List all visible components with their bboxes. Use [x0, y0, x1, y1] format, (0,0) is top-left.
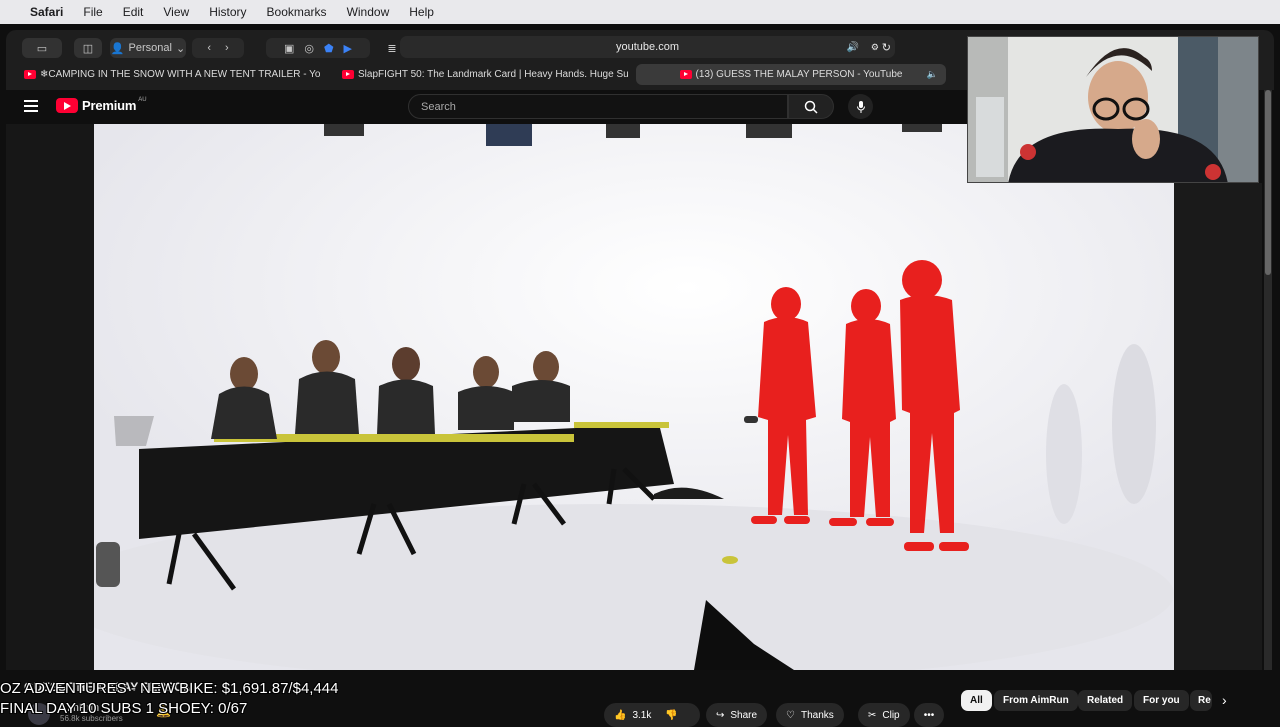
- menu-app-name[interactable]: Safari: [30, 5, 63, 19]
- chip-recent[interactable]: Re: [1190, 690, 1212, 711]
- nav-buttons: ‹ ›: [192, 38, 244, 58]
- left-blur-panel: [6, 124, 94, 670]
- address-bar[interactable]: youtube.com 🔊 ⚙ ↻: [400, 36, 895, 58]
- extension-play-icon[interactable]: ▶: [344, 42, 352, 55]
- clip-label: Clip: [882, 709, 900, 721]
- share-button[interactable]: ↪ Share: [706, 703, 768, 727]
- thumbs-down-icon[interactable]: 👎: [665, 710, 677, 721]
- search-input[interactable]: Search: [408, 94, 788, 119]
- thanks-label: Thanks: [800, 709, 834, 721]
- thumbs-up-icon: 👍: [614, 709, 627, 721]
- tab-guess-malay[interactable]: (13) GUESS THE MALAY PERSON - YouTube 🔈: [636, 64, 946, 85]
- chip-related[interactable]: Related: [1078, 690, 1133, 711]
- tab-overview-icon[interactable]: ▭: [22, 38, 62, 58]
- more-icon: •••: [923, 709, 935, 721]
- scrollbar-thumb[interactable]: [1265, 90, 1271, 275]
- tab-slapfight[interactable]: SlapFIGHT 50: The Landmark Card | Heavy …: [328, 64, 628, 85]
- clip-button[interactable]: ✂ Clip: [858, 703, 910, 727]
- hamburger-menu-icon[interactable]: [24, 100, 38, 112]
- menu-bookmarks[interactable]: Bookmarks: [267, 5, 327, 19]
- menu-history[interactable]: History: [209, 5, 246, 19]
- region-code: AU: [138, 96, 147, 103]
- translate-icon[interactable]: ⚙: [871, 42, 879, 53]
- scissors-icon: ✂: [868, 709, 877, 721]
- studio-light-icon: [902, 124, 942, 132]
- shield-icon[interactable]: ⬟: [324, 42, 334, 55]
- person-icon: 👤: [110, 42, 125, 55]
- youtube-favicon-icon: [24, 70, 36, 79]
- menu-edit[interactable]: Edit: [123, 5, 144, 19]
- tab-bar: ❄CAMPING IN THE SNOW WITH A NEW TENT TRA…: [10, 64, 955, 85]
- share-icon: ↪: [716, 709, 725, 721]
- logo-text: Premium: [82, 98, 137, 113]
- tab-camping[interactable]: ❄CAMPING IN THE SNOW WITH A NEW TENT TRA…: [10, 64, 320, 85]
- chevron-down-icon: ⌄: [175, 42, 186, 55]
- microphone-icon: [856, 100, 865, 113]
- search-button[interactable]: [788, 94, 834, 119]
- like-count: 3.1k: [632, 709, 652, 721]
- voice-search-button[interactable]: [848, 94, 873, 119]
- chip-for-you[interactable]: For you: [1134, 690, 1189, 711]
- video-frame-scene: [94, 124, 1174, 670]
- glasses-icon[interactable]: ◎: [304, 42, 314, 55]
- back-icon[interactable]: ‹: [207, 42, 211, 54]
- sidebar-toggle-icon[interactable]: ◫: [74, 38, 102, 58]
- extension-icon[interactable]: ▣: [284, 42, 294, 55]
- audio-icon[interactable]: 🔊: [847, 42, 859, 53]
- chip-from-channel[interactable]: From AimRun: [994, 690, 1078, 711]
- address-text: youtube.com: [616, 41, 679, 53]
- tab-label: (13) GUESS THE MALAY PERSON - YouTube: [695, 69, 903, 80]
- profile-button[interactable]: 👤 Personal ⌄: [110, 38, 186, 58]
- right-blur-panel: [1174, 183, 1262, 670]
- youtube-favicon-icon: [342, 70, 354, 79]
- webcam-feed-image: [968, 37, 1258, 182]
- macos-menubar: Safari File Edit View History Bookmarks …: [0, 0, 1280, 24]
- search-placeholder: Search: [421, 100, 456, 113]
- menu-view[interactable]: View: [163, 5, 189, 19]
- tab-audio-icon[interactable]: 🔈: [927, 69, 938, 80]
- youtube-play-icon: [56, 98, 78, 113]
- youtube-favicon-icon: [679, 70, 692, 79]
- thanks-icon: ♡: [786, 709, 795, 721]
- menu-help[interactable]: Help: [409, 5, 434, 19]
- like-dislike-group: 👍 3.1k 👎: [604, 703, 700, 727]
- studio-light-icon: [746, 124, 792, 138]
- share-label: Share: [730, 709, 758, 721]
- search-icon: [804, 100, 818, 114]
- tab-label: SlapFIGHT 50: The Landmark Card | Heavy …: [358, 69, 628, 80]
- menu-file[interactable]: File: [83, 5, 102, 19]
- like-button[interactable]: 👍 3.1k: [614, 710, 651, 721]
- studio-light-icon: [324, 124, 364, 136]
- studio-light-icon: [486, 124, 532, 146]
- reader-icon[interactable]: ≣: [382, 38, 402, 58]
- studio-light-icon: [606, 124, 640, 138]
- reload-icon[interactable]: ↻: [882, 41, 891, 54]
- thanks-button[interactable]: ♡ Thanks: [776, 703, 844, 727]
- tab-label: ❄CAMPING IN THE SNOW WITH A NEW TENT TRA…: [40, 69, 320, 80]
- forward-icon[interactable]: ›: [225, 42, 229, 54]
- youtube-header: Premium AU Search: [6, 90, 966, 124]
- page-scrollbar[interactable]: [1264, 90, 1272, 670]
- more-actions-button[interactable]: •••: [914, 703, 944, 727]
- extensions-bar: ▣ ◎ ⬟ ▶: [266, 38, 370, 58]
- menu-window[interactable]: Window: [347, 5, 390, 19]
- profile-label: Personal: [128, 42, 172, 54]
- chip-all[interactable]: All: [961, 690, 992, 711]
- youtube-logo[interactable]: Premium AU: [56, 96, 147, 113]
- video-player[interactable]: [94, 124, 1174, 670]
- chevron-right-icon[interactable]: ›: [1222, 692, 1227, 708]
- webcam-overlay: [967, 36, 1259, 183]
- stream-overlay-goal: OZ ADVENTURES - NEW BIKE: $1,691.87/$4,4…: [0, 680, 339, 697]
- stream-overlay-subs: FINAL DAY 10 SUBS 1 SHOEY: 0/67: [0, 700, 248, 717]
